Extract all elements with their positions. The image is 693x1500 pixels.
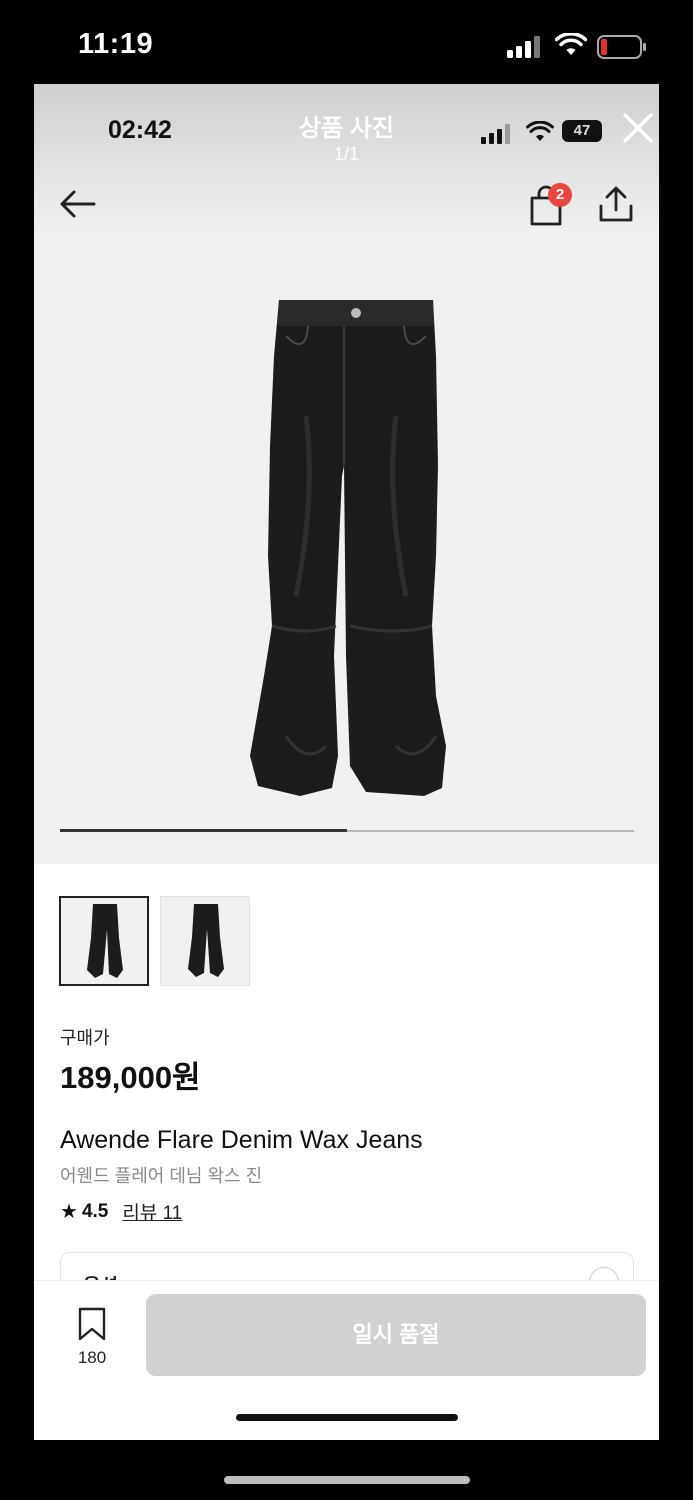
inner-wifi-icon xyxy=(526,121,554,141)
bookmark-button[interactable]: 180 xyxy=(72,1307,112,1368)
bookmark-count: 180 xyxy=(77,1348,107,1367)
cart-count-badge: 2 xyxy=(548,183,572,207)
thumbnail-1-image xyxy=(87,904,123,978)
outer-home-indicator xyxy=(224,1476,470,1484)
inner-cellular-signal-icon xyxy=(481,124,510,144)
product-name-en: Awende Flare Denim Wax Jeans xyxy=(60,1126,423,1154)
inner-home-indicator xyxy=(236,1414,458,1421)
photo-slider-track xyxy=(60,829,634,832)
bottom-action-bar: 180 일시 품절 xyxy=(34,1280,659,1440)
price-label: 구매가 xyxy=(60,1028,110,1048)
product-name-ko: 어웬드 플레어 데님 왁스 진 xyxy=(60,1166,263,1186)
app-screen: 02:42 상품 사진 1/1 47 2 구매가 189,000원 Awende… xyxy=(34,84,659,1440)
wifi-icon xyxy=(555,33,587,55)
cellular-signal-icon xyxy=(507,36,540,58)
sold-out-button[interactable]: 일시 품절 xyxy=(146,1294,646,1376)
product-photo xyxy=(250,300,446,796)
product-photo-carousel[interactable] xyxy=(34,242,659,864)
rating-row: ★ 4.5 리뷰 11 xyxy=(60,1198,182,1225)
bookmark-icon xyxy=(78,1307,106,1341)
back-arrow-icon[interactable] xyxy=(58,186,98,222)
outer-status-bar: 11:19 xyxy=(0,0,693,84)
inner-battery-level: 47 xyxy=(573,122,591,139)
share-icon[interactable] xyxy=(596,184,636,224)
photo-slider-progress xyxy=(60,829,347,832)
thumbnail-2[interactable] xyxy=(160,896,250,986)
photo-counter: 1/1 xyxy=(333,144,360,164)
rating-value: 4.5 xyxy=(81,1200,109,1222)
thumbnail-2-image xyxy=(188,904,224,977)
photo-viewer-header: 02:42 상품 사진 1/1 47 2 xyxy=(34,84,659,244)
outer-clock: 11:19 xyxy=(78,28,154,60)
battery-low-icon xyxy=(597,35,646,59)
star-icon: ★ xyxy=(60,1201,78,1223)
close-icon[interactable] xyxy=(620,110,656,146)
product-price: 189,000원 xyxy=(60,1060,201,1095)
thumbnail-1[interactable] xyxy=(59,896,149,986)
review-link[interactable]: 리뷰 11 xyxy=(122,1198,182,1225)
inner-battery-icon: 47 xyxy=(562,120,602,142)
